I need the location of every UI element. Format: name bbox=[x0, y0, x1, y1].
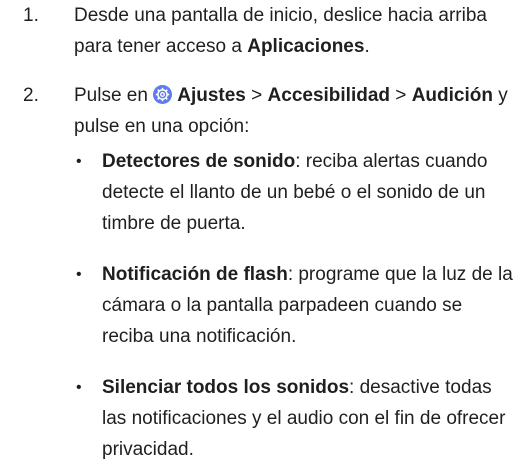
step-2: 2. Pulse en Ajustes > Accesibilidad > Au… bbox=[0, 80, 523, 142]
option-title: Detectores de sonido bbox=[102, 151, 296, 172]
path-accesibilidad: Accesibilidad bbox=[267, 85, 391, 106]
list-item: • Silenciar todos los sonidos: desactive… bbox=[0, 372, 523, 465]
option-title: Silenciar todos los sonidos bbox=[102, 377, 350, 398]
path-audicion: Audición bbox=[411, 85, 493, 106]
step-text: Pulse en Ajustes > Accesibilidad > Audic… bbox=[74, 80, 517, 142]
step-number: 1. bbox=[23, 5, 39, 26]
bullet-icon: • bbox=[76, 266, 82, 283]
list-item-text: Silenciar todos los sonidos: desactive t… bbox=[102, 372, 517, 465]
step-text-part: Pulse en bbox=[74, 85, 154, 106]
path-ajustes: Ajustes bbox=[177, 85, 246, 106]
bullet-icon: • bbox=[76, 153, 82, 170]
list-item: • Notificación de flash: programe que la… bbox=[0, 259, 523, 352]
option-title: Notificación de flash bbox=[102, 264, 288, 285]
settings-gear-icon bbox=[153, 85, 173, 104]
bullet-icon: • bbox=[76, 379, 82, 396]
list-item: • Detectores de sonido: reciba alertas c… bbox=[0, 146, 523, 239]
list-item-text: Notificación de flash: programe que la l… bbox=[102, 259, 517, 352]
step-number: 2. bbox=[23, 85, 39, 106]
step-1: 1. Desde una pantalla de inicio, deslice… bbox=[0, 0, 523, 62]
step-bold-term: Aplicaciones bbox=[247, 36, 365, 57]
path-separator: > bbox=[390, 85, 412, 106]
document: 1. Desde una pantalla de inicio, deslice… bbox=[0, 0, 523, 463]
step-text-part: . bbox=[364, 36, 370, 57]
list-item-text: Detectores de sonido: reciba alertas cua… bbox=[102, 146, 517, 239]
path-separator: > bbox=[245, 85, 268, 106]
step-text: Desde una pantalla de inicio, deslice ha… bbox=[74, 0, 517, 62]
